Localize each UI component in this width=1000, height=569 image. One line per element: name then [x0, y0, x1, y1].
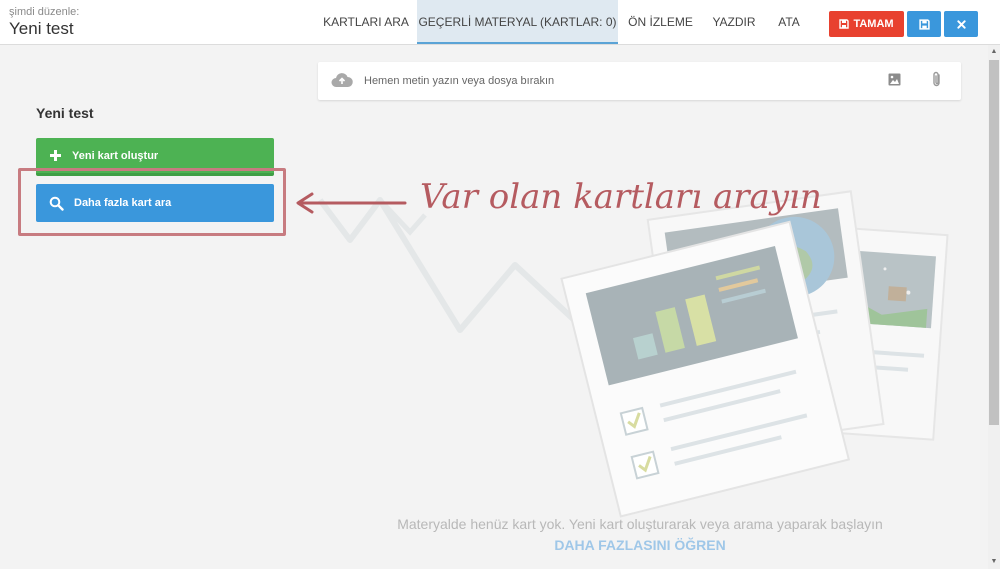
top-bar: şimdi düzenle: Yeni test KARTLARI ARA GE… [0, 0, 1000, 45]
tab-preview[interactable]: ÖN İZLEME [619, 0, 702, 44]
save-button[interactable] [907, 11, 941, 37]
scroll-up-icon[interactable]: ▲ [988, 46, 1000, 58]
editing-label: şimdi düzenle: [9, 6, 80, 18]
content-input-bar[interactable]: Hemen metin yazın veya dosya bırakın [318, 62, 961, 100]
scrollbar-thumb[interactable] [989, 60, 999, 425]
tab-current-material[interactable]: GEÇERLİ MATERYAL (KARTLAR: 0) [417, 0, 618, 44]
scroll-down-icon[interactable]: ▼ [988, 556, 1000, 568]
close-button[interactable] [944, 11, 978, 37]
cloud-upload-icon[interactable] [331, 72, 353, 88]
confirm-label: TAMAM [853, 18, 894, 30]
empty-state-message: Materyalde henüz kart yok. Yeni kart olu… [397, 516, 883, 532]
material-title: Yeni test [36, 105, 94, 121]
plus-icon [50, 150, 61, 161]
tab-search-cards[interactable]: KARTLARI ARA [316, 0, 416, 44]
tab-print[interactable]: YAZDIR [703, 0, 765, 44]
highlight-box [18, 168, 286, 236]
page-title: Yeni test [9, 19, 74, 38]
content-input-placeholder: Hemen metin yazın veya dosya bırakın [364, 75, 555, 87]
save-icon [918, 18, 930, 30]
save-icon [839, 19, 850, 29]
annotation-text: Var olan kartları arayın [420, 177, 822, 217]
close-icon [956, 19, 966, 29]
learn-more-link[interactable]: DAHA FAZLASINI ÖĞREN [300, 537, 980, 553]
new-card-label: Yeni kart oluştur [72, 149, 159, 162]
confirm-button[interactable]: TAMAM [829, 11, 904, 37]
paperclip-icon[interactable] [932, 71, 942, 88]
tab-assign[interactable]: ATA [766, 0, 812, 44]
image-icon[interactable] [888, 73, 901, 86]
